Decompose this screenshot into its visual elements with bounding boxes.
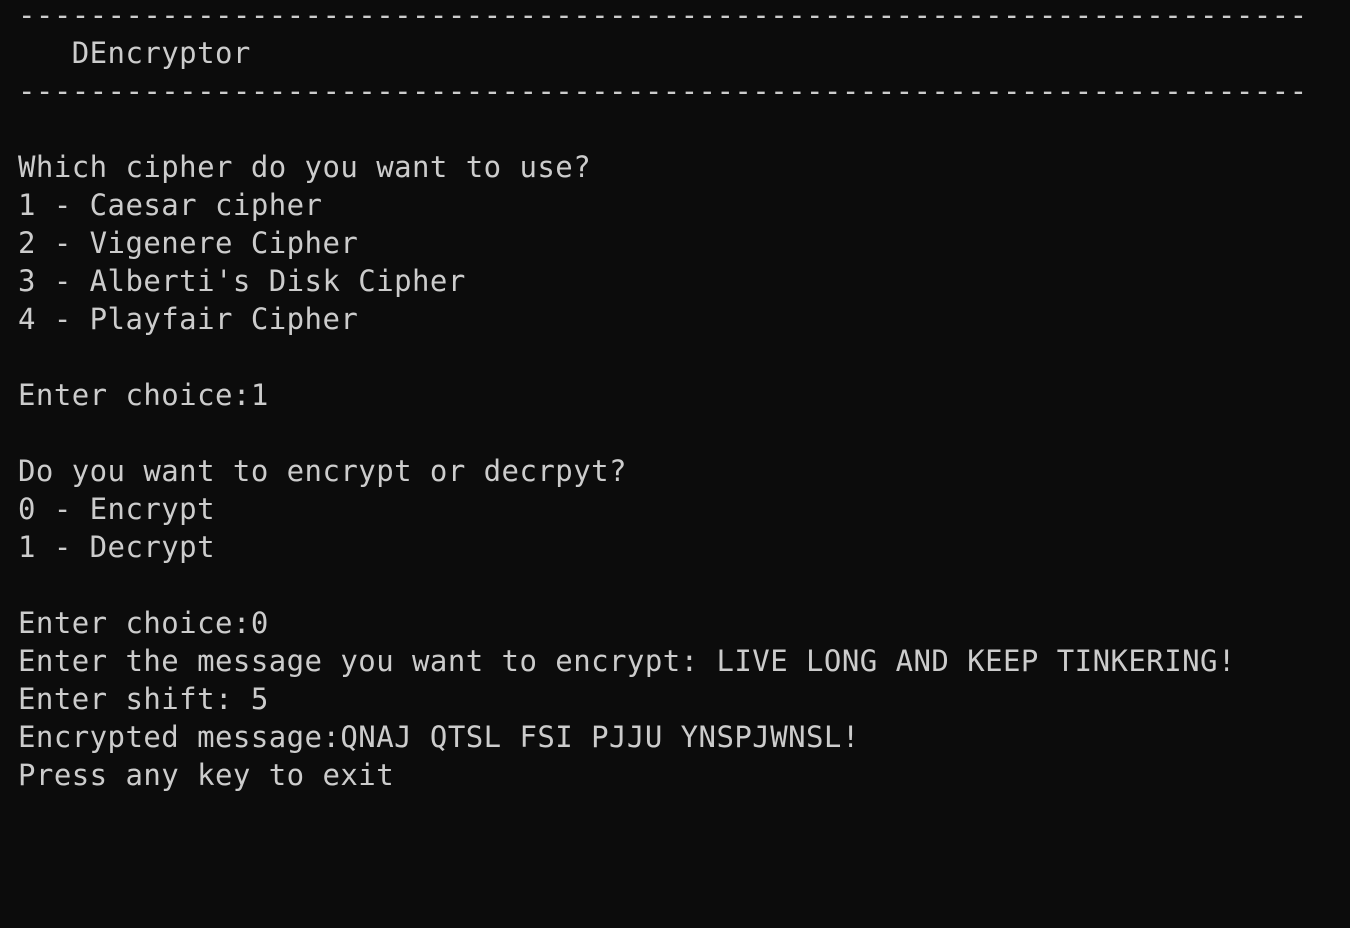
message-input-line: Enter the message you want to encrypt: L… bbox=[18, 644, 1236, 678]
cipher-option-playfair: 4 - Playfair Cipher bbox=[18, 302, 359, 336]
console-window[interactable]: ----------------------------------------… bbox=[0, 0, 1350, 928]
cipher-option-alberti: 3 - Alberti's Disk Cipher bbox=[18, 264, 466, 298]
mode-option-decrypt: 1 - Decrypt bbox=[18, 530, 216, 564]
cipher-prompt: Which cipher do you want to use? bbox=[18, 150, 592, 184]
mode-choice-line: Enter choice:0 bbox=[18, 606, 269, 640]
mode-prompt: Do you want to encrypt or decrpyt? bbox=[18, 454, 627, 488]
cipher-choice-line: Enter choice:1 bbox=[18, 378, 269, 412]
cipher-option-vigenere: 2 - Vigenere Cipher bbox=[18, 226, 359, 260]
app-title: DEncryptor bbox=[18, 36, 251, 70]
cipher-option-caesar: 1 - Caesar cipher bbox=[18, 188, 323, 222]
mode-option-encrypt: 0 - Encrypt bbox=[18, 492, 216, 526]
shift-input-line: Enter shift: 5 bbox=[18, 682, 269, 716]
exit-prompt: Press any key to exit bbox=[18, 758, 395, 792]
separator-bottom: ----------------------------------------… bbox=[18, 74, 1308, 108]
separator-top: ----------------------------------------… bbox=[18, 0, 1308, 32]
encrypted-result-line: Encrypted message:QNAJ QTSL FSI PJJU YNS… bbox=[18, 720, 860, 754]
